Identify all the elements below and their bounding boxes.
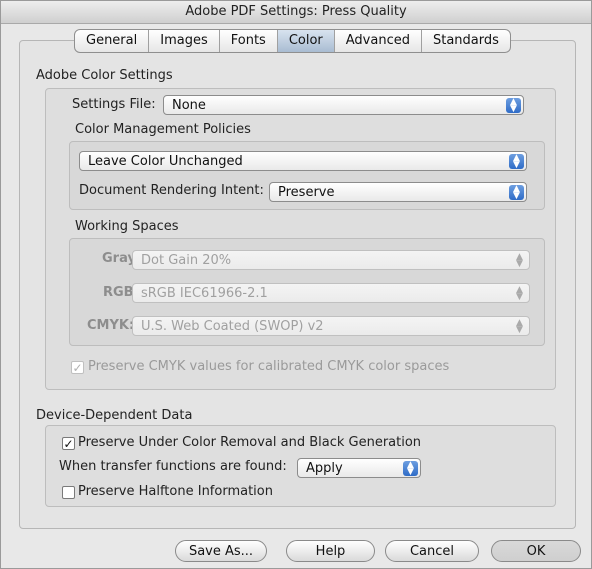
halftone-checkbox[interactable] (62, 486, 75, 499)
settings-file-value: None (172, 98, 206, 113)
tab-standards[interactable]: Standards (422, 30, 510, 52)
working-spaces-title: Working Spaces (75, 219, 179, 234)
transfer-popup[interactable]: Apply ▲ ▼ (297, 458, 421, 478)
color-settings-title: Adobe Color Settings (36, 68, 173, 83)
help-button[interactable]: Help (286, 540, 375, 562)
color-policy-value: Leave Color Unchanged (88, 154, 243, 169)
policies-title: Color Management Policies (75, 122, 251, 137)
rendering-intent-label: Document Rendering Intent: (79, 183, 264, 198)
color-tab-panel: Adobe Color Settings Settings File: None… (19, 40, 576, 529)
tab-fonts[interactable]: Fonts (220, 30, 278, 52)
save-as-button[interactable]: Save As... (175, 540, 267, 562)
popup-arrows-icon: ▲ ▼ (506, 98, 521, 114)
tab-images[interactable]: Images (149, 30, 220, 52)
pdf-settings-dialog: Adobe PDF Settings: Press Quality Adobe … (0, 0, 592, 569)
cmyk-label: CMYK: (87, 318, 135, 333)
popup-arrows-icon: ▲ ▼ (516, 318, 523, 335)
popup-arrows-icon: ▲ ▼ (516, 252, 523, 269)
color-settings-group: Settings File: None ▲ ▼ Color Management … (45, 88, 556, 390)
rendering-intent-value: Preserve (278, 185, 335, 200)
settings-file-label: Settings File: (72, 97, 156, 112)
transfer-label: When transfer functions are found: (59, 459, 287, 474)
cancel-button[interactable]: Cancel (385, 540, 479, 562)
transfer-value: Apply (306, 461, 343, 476)
rendering-intent-popup[interactable]: Preserve ▲ ▼ (269, 182, 527, 202)
halftone-label: Preserve Halftone Information (78, 484, 273, 499)
tab-general[interactable]: General (75, 30, 150, 52)
preserve-cmyk-label: Preserve CMYK values for calibrated CMYK… (88, 359, 450, 374)
ucr-checkbox[interactable]: ✓ (62, 437, 75, 450)
popup-arrows-icon: ▲ ▼ (516, 285, 523, 302)
policies-group: Leave Color Unchanged ▲ ▼ Document Render… (69, 141, 545, 210)
gray-space-popup[interactable]: Dot Gain 20% ▲ ▼ (132, 250, 530, 270)
gray-space-value: Dot Gain 20% (141, 253, 232, 268)
settings-file-popup[interactable]: None ▲ ▼ (163, 95, 524, 115)
tab-color[interactable]: Color (277, 30, 335, 52)
tab-advanced[interactable]: Advanced (335, 30, 422, 52)
popup-arrows-icon: ▲ ▼ (403, 461, 418, 477)
ucr-label: Preserve Under Color Removal and Black G… (78, 435, 422, 450)
cmyk-space-popup[interactable]: U.S. Web Coated (SWOP) v2 ▲ ▼ (132, 316, 530, 336)
device-data-group: ✓ Preserve Under Color Removal and Black… (45, 425, 556, 507)
popup-arrows-icon: ▲ ▼ (509, 185, 524, 201)
color-policy-popup[interactable]: Leave Color Unchanged ▲ ▼ (79, 151, 527, 171)
cmyk-space-value: U.S. Web Coated (SWOP) v2 (141, 319, 324, 334)
preserve-cmyk-checkbox[interactable]: ✓ (71, 361, 84, 374)
rgb-space-value: sRGB IEC61966-2.1 (141, 286, 268, 301)
window-title: Adobe PDF Settings: Press Quality (1, 1, 591, 24)
rgb-space-popup[interactable]: sRGB IEC61966-2.1 ▲ ▼ (132, 283, 530, 303)
popup-arrows-icon: ▲ ▼ (509, 154, 524, 170)
ok-button[interactable]: OK (491, 540, 581, 562)
tab-bar: General Images Fonts Color Advanced Stan… (74, 29, 511, 53)
device-data-title: Device-Dependent Data (36, 408, 193, 423)
working-spaces-group: Gray: Dot Gain 20% ▲ ▼ RGB: sRGB IEC61966… (69, 238, 545, 346)
